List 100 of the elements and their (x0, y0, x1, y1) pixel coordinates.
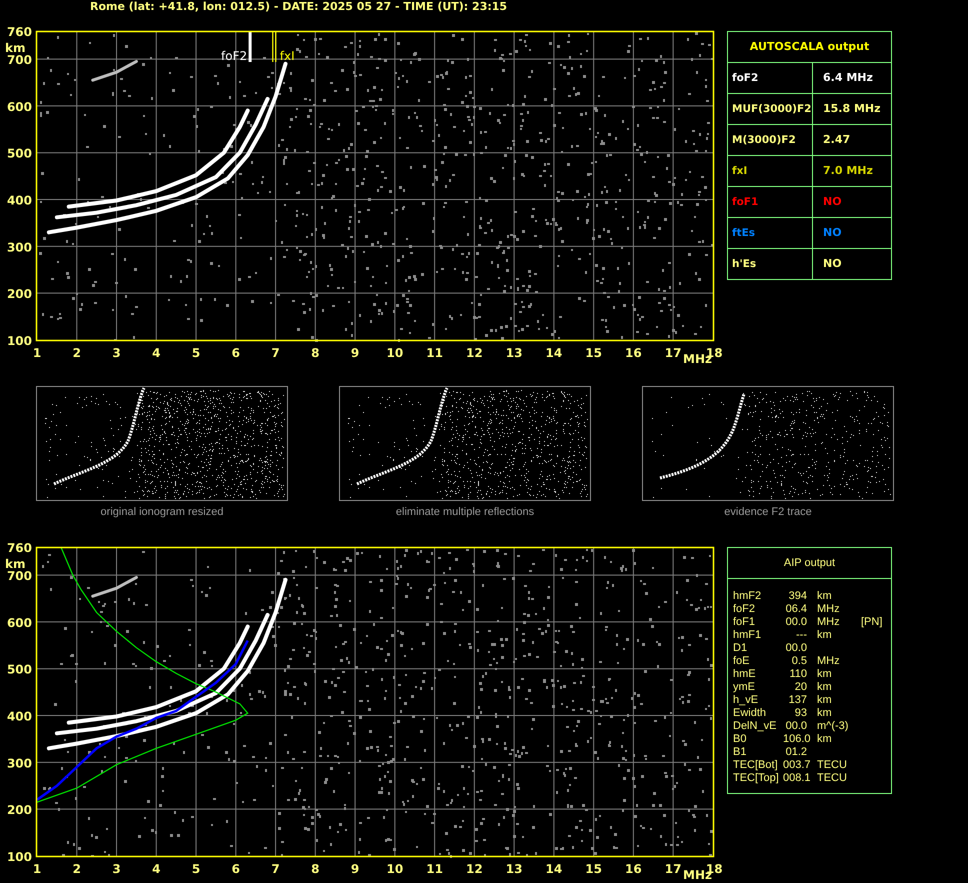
axis-tick-label: 2 (72, 346, 81, 360)
axis-tick-label: 10 (386, 346, 404, 360)
axis-tick-label: 700 (6, 53, 32, 68)
table-cell-text: 7.0 MHz (822, 163, 874, 179)
table-cell-text: 2.47 (822, 132, 852, 148)
parameter-name: DelN_vE (733, 720, 778, 733)
panel-caption: original ionogram resized (100, 506, 224, 518)
axis-tick-label: 10 (386, 862, 404, 876)
axis-tick-label: 8 (311, 346, 320, 360)
axis-tick-label: 300 (6, 756, 32, 770)
axis-tick-label: 400 (6, 710, 32, 724)
axis-tick-label: 700 (6, 569, 32, 584)
axis-tick-label: 17 (664, 862, 682, 876)
axis-unit-label: km (5, 557, 26, 571)
parameter-unit: TECU (817, 772, 847, 784)
panel-title: AIP output (728, 548, 891, 579)
parameter-name: hmF1 (733, 629, 762, 642)
parameter-value: 137 (788, 694, 808, 707)
axis-tick-label: 17 (664, 346, 682, 360)
axis-tick-label: 11 (426, 346, 443, 360)
parameter-value: 0.5 (790, 655, 808, 668)
marker-label: fxI (280, 49, 295, 63)
parameter-value: --- (795, 629, 808, 642)
axis-tick-label: 300 (6, 240, 32, 254)
parameter-name: Ewidth (733, 707, 768, 720)
parameter-name: foF2 (733, 603, 756, 616)
parameter-name: B0 (733, 733, 748, 746)
axis-unit-label: km (5, 41, 26, 55)
parameter-name: hmF2 (733, 590, 762, 603)
axis-tick-label: 3 (112, 346, 121, 360)
table-cell-text: NO (822, 194, 843, 210)
axis-tick-label: 100 (6, 334, 32, 348)
table-cell-text: 6.4 MHz (822, 70, 874, 86)
axis-tick-label: 5 (192, 862, 200, 876)
parameter-unit: km (817, 590, 832, 602)
axis-tick-label: 100 (6, 850, 32, 864)
axis-tick-label: 13 (506, 862, 522, 876)
parameter-name: h_vE (733, 694, 760, 707)
axis-tick-label: 16 (625, 862, 642, 876)
axis-tick-label: 12 (466, 862, 483, 876)
axis-tick-label: 4 (152, 346, 160, 360)
table-title: AUTOSCALA output (728, 32, 891, 63)
axis-tick-label: 16 (625, 346, 642, 360)
axis-tick-label: 4 (152, 862, 160, 876)
table-cell-text: NO (822, 256, 843, 272)
axis-tick-label: 13 (506, 346, 522, 360)
table-cell-text: 15.8 MHz (822, 101, 882, 117)
parameter-value: 01.2 (784, 746, 808, 759)
parameter-value: 110 (788, 668, 808, 681)
parameter-name: B1 (733, 746, 748, 759)
parameter-value: 00.0 (784, 616, 808, 629)
axis-tick-label: 15 (585, 862, 602, 876)
parameter-value: 20 (794, 681, 808, 694)
parameter-unit: km (817, 733, 832, 745)
table-cell: ftEs (728, 218, 813, 248)
table-cell-text: NO (822, 225, 843, 241)
parameter-name: ymE (733, 681, 756, 694)
parameter-unit: km (817, 629, 832, 641)
axis-tick-label: 5 (192, 346, 200, 360)
parameter-unit: MHz (817, 603, 840, 615)
axis-tick-label: 600 (6, 100, 32, 114)
marker-line (248, 31, 252, 62)
parameter-name: foE (733, 655, 751, 668)
axis-tick-label: 1 (32, 346, 42, 360)
axis-tick-label: 600 (6, 616, 32, 630)
axis-tick-label: 760 (6, 541, 32, 555)
table-cell: h'Es (728, 249, 813, 279)
axis-tick-label: 200 (6, 287, 32, 302)
parameter-unit: km (817, 681, 832, 693)
axis-tick-label: 7 (271, 346, 280, 360)
parameter-name: hmE (733, 668, 757, 681)
parameter-value: 06.4 (784, 603, 808, 616)
parameter-unit: km (817, 707, 832, 719)
axis-tick-label: 9 (350, 862, 360, 876)
parameter-name: TEC[Top] (733, 772, 780, 785)
parameter-unit: MHz (817, 616, 840, 628)
parameter-name: D1 (733, 642, 748, 655)
parameter-unit: TECU (817, 759, 847, 771)
parameter-value: 003.7 (783, 759, 812, 772)
table-cell: M(3000)F2 (728, 125, 813, 155)
panel-caption: evidence F2 trace (724, 506, 812, 518)
table-cell: foF2 (728, 63, 813, 93)
parameter-name: TEC[Bot] (733, 759, 779, 772)
axis-tick-label: 14 (546, 862, 562, 876)
ionogram-title: Rome (lat: +41.8, lon: 012.5) - DATE: 2025 05 27 - TIME (UT): 23:15 (89, 0, 508, 15)
axis-tick-label: 9 (350, 346, 360, 360)
axis-tick-label: 2 (72, 862, 81, 876)
axis-tick-label: 15 (585, 346, 602, 360)
parameter-note: [PN] (861, 616, 882, 628)
parameter-unit: km (817, 694, 832, 706)
axis-tick-label: 7 (271, 862, 280, 876)
axis-tick-label: 500 (6, 146, 32, 161)
parameter-value: 008.1 (783, 772, 812, 785)
parameter-name: foF1 (733, 616, 756, 629)
table-cell: foF1 (728, 187, 813, 217)
table-cell: fxI (728, 156, 813, 186)
axis-tick-label: 12 (466, 346, 483, 360)
parameter-unit: km (817, 668, 832, 680)
parameter-value: 93 (794, 707, 808, 720)
axis-tick-label: 400 (6, 194, 32, 208)
